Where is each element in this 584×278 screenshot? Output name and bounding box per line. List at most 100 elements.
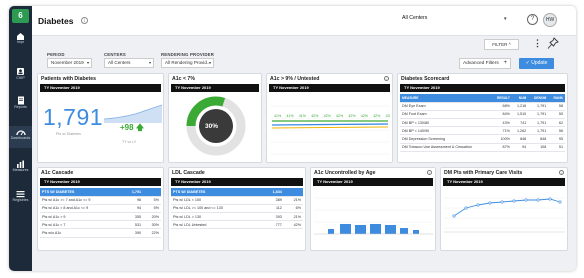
- bar[interactable]: [385, 225, 396, 234]
- bar-chart-icon: [17, 160, 24, 168]
- arrow-up-icon: 🡅: [135, 123, 145, 132]
- uncontrolled-age-card: A1c Uncontrolled by Age i TY November 20…: [310, 167, 436, 251]
- sidebar-item-measures[interactable]: Measures: [9, 158, 32, 180]
- table-row[interactable]: PTS W/ DIABETES 1,834: [171, 188, 303, 197]
- period-band: TY November 2019: [400, 84, 565, 92]
- update-label: Update: [531, 60, 548, 66]
- series-line: [453, 198, 561, 217]
- count-cell: 96: [122, 196, 144, 205]
- info-icon[interactable]: i: [427, 170, 432, 175]
- label-cell: Pts w/ LDL < 100: [171, 196, 262, 205]
- table-row[interactable]: DM Depression Screening 100% 848 848 95: [400, 134, 565, 144]
- sidebar-item-chip[interactable]: CHIP: [9, 65, 32, 87]
- count-cell: 1,791: [122, 188, 144, 197]
- num-cell: 1,262: [511, 126, 529, 136]
- table-row[interactable]: PTS W/ DIABETES 1,791: [40, 188, 161, 197]
- count-cell: 393: [261, 212, 284, 222]
- denom-cell: 1,791: [528, 126, 549, 136]
- count-cell: 94: [122, 204, 144, 214]
- percent-cell: 42%: [283, 220, 303, 230]
- info-icon[interactable]: i: [384, 76, 389, 81]
- table-row[interactable]: Pts w/ LDL Untested 777 42%: [171, 220, 303, 230]
- column-header[interactable]: MEASURE: [400, 94, 492, 103]
- bar[interactable]: [340, 224, 351, 234]
- centers-select[interactable]: All Centers ▾: [104, 58, 154, 68]
- measure-cell: DM Depression Screening: [400, 134, 492, 144]
- bar[interactable]: [328, 229, 334, 234]
- percent-cell: 20%: [143, 212, 161, 222]
- period-select[interactable]: November 2019 ▾: [47, 58, 92, 68]
- filter-button[interactable]: FILTER ^: [484, 39, 519, 50]
- table-header: MEASURE RESULT NUM DENOM RANK: [400, 94, 565, 103]
- help-icon[interactable]: ?: [527, 14, 538, 25]
- table-row[interactable]: Pts w/ A1c > 8 and A1c <= 9 94 5%: [40, 204, 161, 214]
- bar[interactable]: [355, 225, 366, 234]
- provider-select[interactable]: All Rendering Provid... ▾: [161, 58, 214, 68]
- chevron-down-icon: ▾: [86, 60, 89, 65]
- top-bar: Diabetes i All Centers ▾ ? HW: [32, 6, 576, 36]
- table-row[interactable]: DM Tobacco Use Assessment & Cessation 87%…: [400, 143, 565, 152]
- app-logo[interactable]: 6: [12, 9, 29, 23]
- column-header[interactable]: DENOM: [528, 94, 549, 103]
- percent-cell: 5%: [143, 204, 161, 214]
- percent-cell: 30%: [143, 220, 161, 230]
- chevron-down-icon[interactable]: ▾: [504, 16, 507, 22]
- table-row[interactable]: Pts w/ A1c > 9 355 20%: [40, 212, 161, 222]
- bar[interactable]: [413, 230, 419, 234]
- period-band: TY November 2019: [40, 178, 161, 186]
- table-row[interactable]: Pts w/ LDL >= 100 and <= 130 112 6%: [171, 204, 303, 214]
- denom-cell: 848: [528, 134, 549, 144]
- pin-icon[interactable]: [547, 37, 559, 50]
- advanced-filters-button[interactable]: Advanced Filters +: [459, 58, 511, 69]
- column-header[interactable]: RESULT: [491, 94, 512, 103]
- result-cell: 100%: [491, 134, 512, 144]
- card-title: A1c Cascade: [41, 170, 74, 176]
- patients-caption: Pts w/ Diabetes: [56, 132, 81, 136]
- percent-cell: 6%: [283, 204, 303, 214]
- sidebar-item-registries[interactable]: Registries: [9, 188, 32, 210]
- more-options-icon[interactable]: ⋮: [533, 38, 542, 49]
- card-title: A1c > 9% / Untested: [270, 76, 320, 82]
- table-row[interactable]: Pts w/ LDL > 130 393 21%: [171, 212, 303, 222]
- page-title: Diabetes: [38, 16, 74, 26]
- column-header[interactable]: RANK: [548, 94, 565, 103]
- series-line-b: [271, 123, 389, 126]
- sidebar-item-label: Measures: [12, 168, 29, 172]
- point-label: 42%: [311, 114, 319, 118]
- sidebar-item-dashboards[interactable]: Dashboards: [9, 126, 32, 148]
- bar[interactable]: [400, 228, 408, 234]
- provider-label: RENDERING PROVIDER: [161, 52, 215, 57]
- column-header[interactable]: NUM: [511, 94, 529, 103]
- period-band: TY November 2019: [40, 84, 161, 92]
- main-content: Diabetes i All Centers ▾ ? HW FILTER ^ ⋮…: [32, 6, 576, 271]
- sidebar-item-impr[interactable]: Impr: [9, 30, 32, 52]
- measure-cell: DM BP < 130/80: [400, 118, 492, 128]
- num-cell: 94: [511, 143, 529, 152]
- sidebar-item-reports[interactable]: Reports: [9, 94, 32, 116]
- sidebar: 6 Impr CHIP Reports Dashboards Measures …: [9, 6, 32, 271]
- update-button[interactable]: ✓ Update: [519, 58, 554, 69]
- label-cell: PTS W/ DIABETES: [171, 188, 262, 197]
- bar[interactable]: [370, 224, 381, 234]
- patients-count: 1,791: [43, 104, 104, 130]
- table-row[interactable]: DM Foot Exam 84% 1,510 1,791 55: [400, 110, 565, 120]
- denom-cell: 1,791: [528, 118, 549, 128]
- table-row[interactable]: DM BP < 130/80 43% 741 1,791 62: [400, 118, 565, 128]
- table-row[interactable]: Pts w/o A1c 390 22%: [40, 228, 161, 238]
- num-cell: 848: [511, 134, 529, 144]
- table-row[interactable]: Pts w/ A1c >= 7 and A1c <= 9 96 5%: [40, 196, 161, 205]
- table-row[interactable]: Pts w/ A1c < 7 531 30%: [40, 220, 161, 230]
- info-icon[interactable]: i: [81, 17, 88, 24]
- num-cell: 1,510: [511, 110, 529, 120]
- info-icon[interactable]: i: [559, 170, 564, 175]
- table-row[interactable]: Pts w/ LDL < 100 389 21%: [171, 196, 303, 205]
- center-select[interactable]: All Centers: [402, 15, 427, 21]
- rank-cell: 51: [548, 143, 565, 152]
- label-cell: Pts w/ A1c >= 7 and A1c <= 9: [40, 196, 123, 205]
- avatar[interactable]: HW: [543, 13, 557, 27]
- denom-cell: 108: [528, 143, 549, 152]
- table-row[interactable]: DM BP < 140/90 71% 1,262 1,791 56: [400, 126, 565, 136]
- ldl-cascade-card: LDL Cascade TY November 2019 PTS W/ DIAB…: [168, 167, 306, 251]
- table-row[interactable]: DM Eye Exam 68% 1,216 1,791 58: [400, 102, 565, 111]
- count-cell: 777: [261, 220, 284, 230]
